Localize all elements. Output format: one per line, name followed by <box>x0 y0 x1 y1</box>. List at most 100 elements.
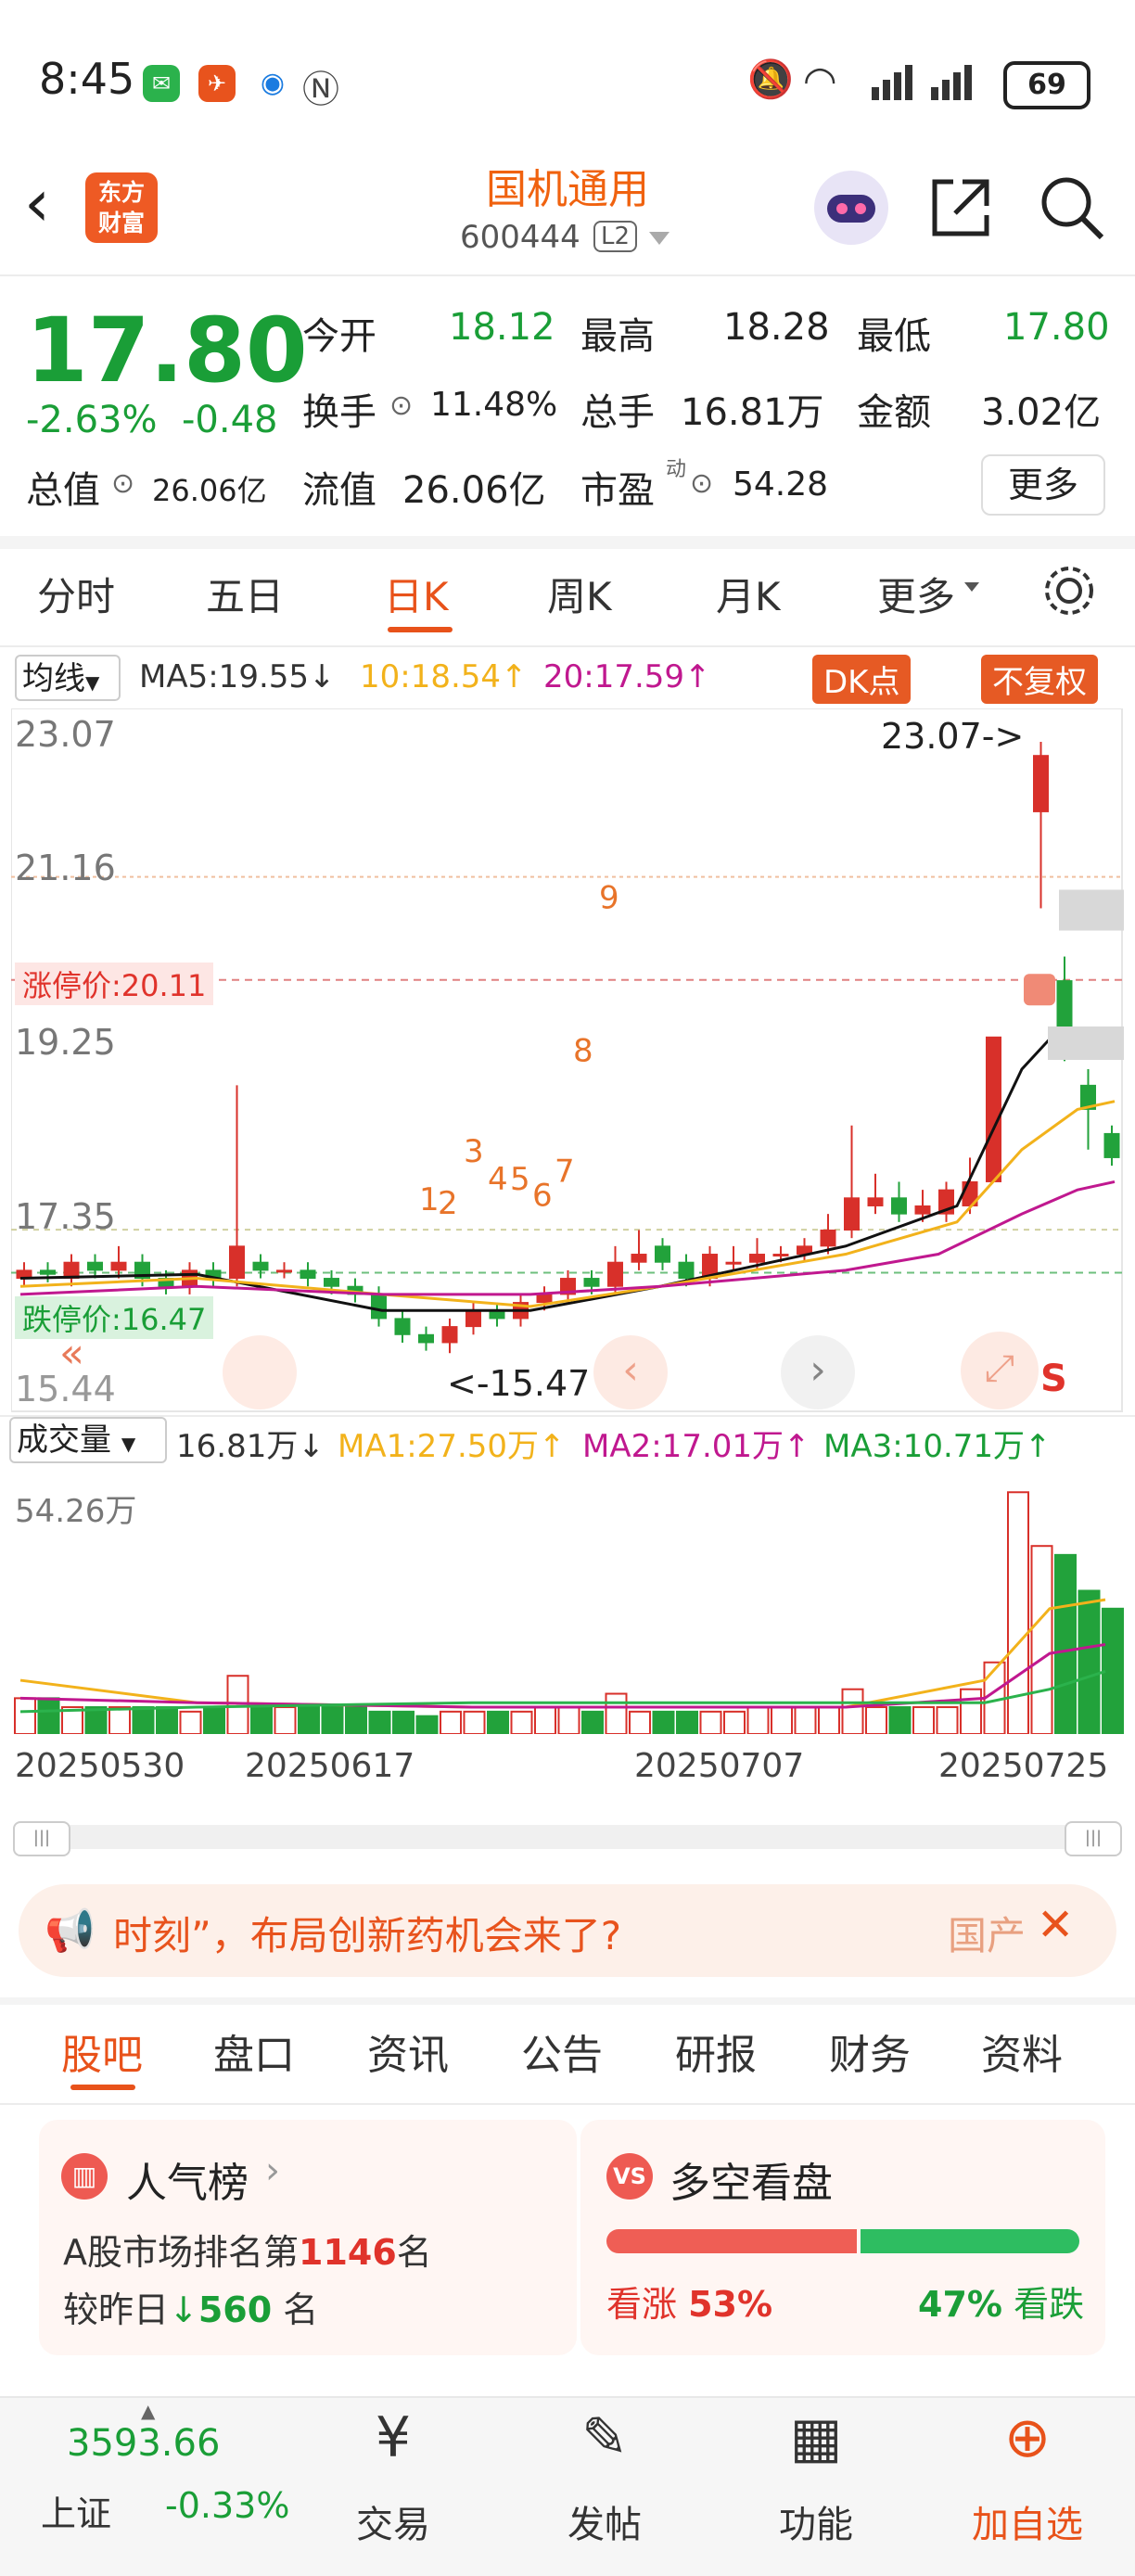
volume-bar <box>629 1710 651 1734</box>
nav-add-watchlist[interactable]: 加自选 <box>953 2494 1102 2548</box>
current-price: 17.80 <box>26 299 308 402</box>
add-circle-icon[interactable]: ⊕ <box>953 2405 1102 2470</box>
tab-weekly-k[interactable]: 周K <box>547 566 612 622</box>
fullscreen-icon[interactable]: ⤢ <box>961 1332 1039 1409</box>
level2-badge[interactable]: L2 <box>593 221 638 252</box>
indicator-select[interactable]: 均线▼ <box>15 655 121 701</box>
volume-bar <box>321 1706 344 1734</box>
tab-profile[interactable]: 资料 <box>981 2021 1063 2081</box>
tab-five-day[interactable]: 五日 <box>206 566 284 622</box>
candle-body <box>252 1261 269 1271</box>
tab-guba[interactable]: 股吧 <box>61 2021 143 2081</box>
delta-suffix: 名 <box>283 2289 319 2330</box>
signal-marker: 6 <box>532 1177 553 1214</box>
zoom-out-button[interactable] <box>223 1335 297 1409</box>
volume-bar <box>557 1706 580 1734</box>
chevron-up-icon[interactable]: ▲ <box>141 2400 155 2422</box>
trade-icon[interactable]: ¥ <box>319 2405 467 2470</box>
tab-finance[interactable]: 财务 <box>829 2021 911 2081</box>
tab-order-book[interactable]: 盘口 <box>213 2021 295 2081</box>
date-label-1: 20250530 <box>15 1747 185 1785</box>
ma20-label: 20:17.59↑ <box>543 658 711 695</box>
volume-bar <box>699 1710 722 1734</box>
scroll-left-fast-icon[interactable]: « <box>59 1330 84 1377</box>
change-amount: -0.48 <box>182 399 278 441</box>
banner-text[interactable]: 时刻”，布局创新药机会来了? <box>113 1905 911 1961</box>
popularity-title: 人气榜 <box>126 2160 249 2207</box>
settings-gear-icon[interactable] <box>1040 562 1098 619</box>
more-quote-button[interactable]: 更多 <box>981 454 1105 516</box>
tab-announcements[interactable]: 公告 <box>521 2021 603 2081</box>
grid-apps-icon[interactable]: ▦ <box>742 2405 890 2470</box>
candle-body <box>820 1230 836 1247</box>
post-edit-icon[interactable]: ✎ <box>530 2405 679 2470</box>
assistant-avatar[interactable] <box>814 171 888 245</box>
volume-bar <box>841 1688 864 1734</box>
volume-ma1: MA1:27.50万↑ <box>338 1428 566 1465</box>
sentiment-title: 多空看盘 <box>670 2160 833 2207</box>
tab-intraday[interactable]: 分时 <box>37 566 115 622</box>
index-value[interactable]: 3593.66 <box>67 2422 220 2465</box>
volume-bar <box>203 1706 225 1734</box>
tabs-divider <box>0 645 1135 647</box>
info-dots-icon[interactable]: ⊙ <box>690 467 713 500</box>
tab-more[interactable]: 更多 <box>877 566 955 622</box>
tab-research[interactable]: 研报 <box>675 2021 757 2081</box>
volume-bar <box>392 1710 414 1734</box>
volume-indicator-select[interactable]: 成交量 ▼ <box>9 1417 167 1463</box>
nav-trade[interactable]: 交易 <box>319 2494 467 2548</box>
volume-chart[interactable] <box>11 1473 1124 1734</box>
candle-body <box>725 1261 742 1265</box>
signal-marker: 9 <box>599 880 619 917</box>
candle-body <box>324 1278 339 1287</box>
index-name: 上证 <box>41 2493 112 2534</box>
chart-range-scrollbar[interactable] <box>13 1825 1122 1849</box>
volume-ma1-line <box>19 1598 1106 1709</box>
volume-bar <box>723 1710 746 1734</box>
signal-marker: 5 <box>510 1161 530 1198</box>
volume-bar <box>487 1710 509 1734</box>
date-label-2: 20250617 <box>245 1747 415 1785</box>
volume-bar <box>771 1706 793 1734</box>
signal-marker: 1 <box>419 1181 440 1218</box>
search-icon[interactable] <box>1037 172 1107 243</box>
bear-label: 看跌 <box>1014 2284 1085 2325</box>
section-divider <box>0 1997 1135 2005</box>
float-label: 流值 <box>302 469 376 512</box>
tab-active-indicator <box>388 627 453 632</box>
open-label: 今开 <box>302 315 376 358</box>
candle-body <box>1033 755 1049 812</box>
dk-point-button[interactable]: DK点 <box>812 655 912 704</box>
candle-body <box>229 1245 245 1280</box>
rank-prefix: A股市场排名第 <box>63 2232 299 2273</box>
volume-bar <box>818 1706 840 1734</box>
chevron-right-icon[interactable]: › <box>265 2149 280 2192</box>
share-icon[interactable] <box>925 172 996 243</box>
adjust-button[interactable]: 不复权 <box>981 655 1098 704</box>
info-dots-icon[interactable]: ⊙ <box>389 389 413 422</box>
volume-ma3: MA3:10.71万↑ <box>823 1428 1052 1465</box>
chevron-down-icon: ▼ <box>121 1433 136 1455</box>
scroll-handle-left[interactable]: ||| <box>13 1821 70 1856</box>
candle-body <box>772 1254 789 1257</box>
volume-bar <box>865 1706 887 1734</box>
chevron-down-icon[interactable] <box>649 232 670 245</box>
candle-body <box>276 1269 292 1273</box>
status-bar: 8:45 ✉ ✈ ◉ Ⓝ 🔕 ◠ 69 <box>0 0 1135 167</box>
volume-bar <box>463 1710 486 1734</box>
volume-bar <box>226 1675 249 1734</box>
tab-daily-k[interactable]: 日K <box>384 566 449 622</box>
scroll-left-icon[interactable]: ‹ <box>593 1335 668 1409</box>
nfc-icon: Ⓝ <box>302 69 339 111</box>
candle-body <box>986 1036 1001 1182</box>
scroll-handle-right[interactable]: ||| <box>1065 1821 1122 1856</box>
tab-news[interactable]: 资讯 <box>367 2021 449 2081</box>
nav-functions[interactable]: 功能 <box>742 2494 890 2548</box>
close-icon[interactable]: ✕ <box>1037 1899 1074 1951</box>
mcap-value: 26.06亿 <box>152 473 267 508</box>
info-dots-icon[interactable]: ⊙ <box>111 467 134 500</box>
scroll-right-icon[interactable]: › <box>781 1335 855 1409</box>
tab-monthly-k[interactable]: 月K <box>716 566 781 622</box>
min-price-note: <-15.47 <box>447 1363 591 1404</box>
nav-post[interactable]: 发帖 <box>530 2494 679 2548</box>
